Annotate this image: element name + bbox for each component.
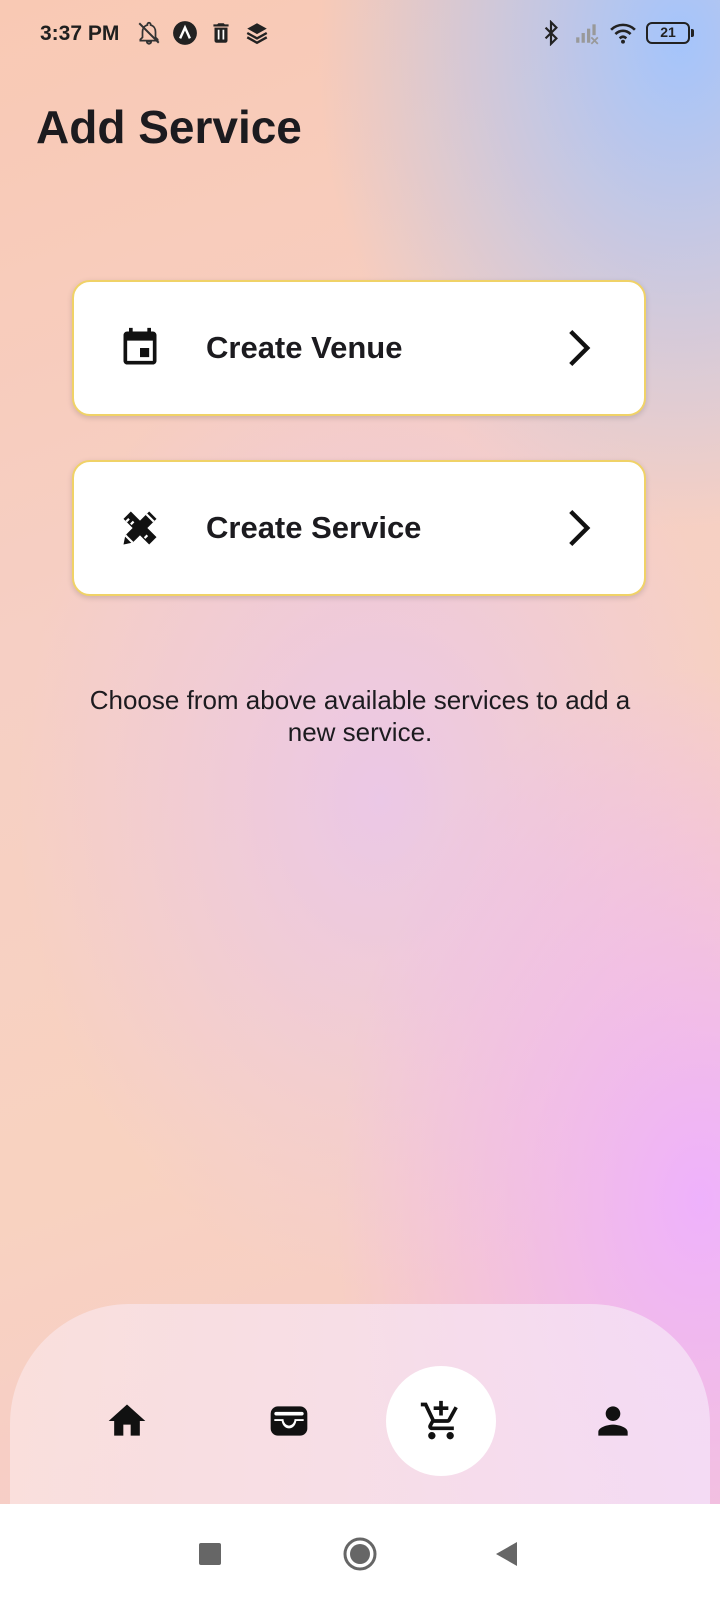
chevron-right-icon	[569, 509, 591, 547]
helper-text: Choose from above available services to …	[89, 685, 631, 747]
nav-add-to-cart[interactable]	[386, 1366, 496, 1476]
wallet-icon	[270, 1406, 308, 1436]
trash-icon	[213, 23, 229, 43]
nav-profile[interactable]	[558, 1366, 668, 1476]
add-to-cart-icon	[420, 1400, 458, 1440]
back-button[interactable]	[486, 1534, 526, 1574]
person-icon	[598, 1406, 628, 1436]
bluetooth-icon	[544, 20, 558, 46]
status-icons-right: 21	[538, 20, 694, 46]
chevron-right-icon	[569, 329, 591, 367]
recents-button[interactable]	[190, 1534, 230, 1574]
wifi-icon	[610, 23, 636, 44]
bottom-nav	[10, 1304, 710, 1504]
status-icons-left	[136, 20, 270, 46]
status-time: 3:37 PM	[40, 22, 120, 45]
home-system-button[interactable]	[340, 1534, 380, 1574]
system-nav-bar	[0, 1504, 720, 1600]
page-title: Add Service	[36, 101, 302, 153]
create-venue-card[interactable]: Create Venue	[72, 280, 646, 416]
battery-level: 21	[660, 24, 676, 40]
cellular-signal-icon	[576, 24, 599, 45]
create-service-label: Create Service	[206, 510, 422, 545]
create-venue-label: Create Venue	[206, 330, 403, 365]
notifications-off-icon	[138, 21, 160, 45]
layers-icon	[246, 23, 268, 45]
nav-home[interactable]	[72, 1366, 182, 1476]
status-bar: 3:37 PM 21	[0, 0, 720, 70]
battery-icon: 21	[646, 22, 694, 44]
home-icon	[108, 1404, 146, 1436]
recents-icon	[199, 1543, 221, 1565]
calendar-icon	[123, 327, 157, 365]
nav-wallet[interactable]	[234, 1366, 344, 1476]
back-icon	[496, 1542, 517, 1566]
app-a-icon	[173, 21, 197, 45]
create-service-card[interactable]: Create Service	[72, 460, 646, 596]
design-tools-icon	[123, 511, 157, 545]
home-circle-icon	[343, 1537, 377, 1571]
